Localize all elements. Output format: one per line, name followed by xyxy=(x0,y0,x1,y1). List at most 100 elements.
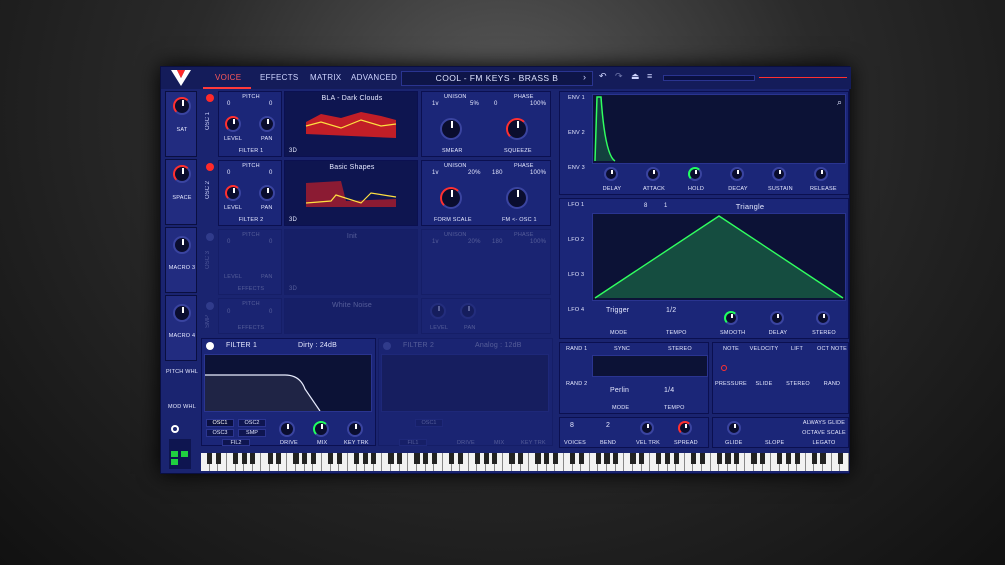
tab-effects[interactable]: EFFECTS xyxy=(260,73,299,82)
env-sustain-knob[interactable] xyxy=(772,167,786,181)
black-key[interactable] xyxy=(267,453,273,464)
lfo4-tab[interactable]: LFO 4 xyxy=(568,307,584,313)
black-key[interactable] xyxy=(448,453,455,464)
black-key[interactable] xyxy=(276,453,282,464)
smp-level-knob[interactable] xyxy=(430,303,446,319)
black-key[interactable] xyxy=(552,453,558,464)
env-delay-knob[interactable] xyxy=(604,167,618,181)
env2-tab[interactable]: ENV 2 xyxy=(568,130,585,136)
black-key[interactable] xyxy=(725,453,731,464)
wheels[interactable] xyxy=(169,439,191,469)
lfo-smooth-knob[interactable] xyxy=(724,311,738,325)
osc2-unison-detune[interactable]: 20% xyxy=(468,170,481,176)
rand-stereo-toggle[interactable]: STEREO xyxy=(668,346,692,352)
black-key[interactable] xyxy=(353,453,360,464)
tab-matrix[interactable]: MATRIX xyxy=(310,73,341,82)
osc1-power[interactable] xyxy=(206,94,214,102)
filter2-osc1-toggle[interactable]: OSC1 xyxy=(415,419,443,427)
legato-toggle[interactable]: LEGATO xyxy=(801,440,847,446)
osc1-transpose[interactable]: 0 xyxy=(227,101,231,107)
osc3-unison-voices[interactable]: 1v xyxy=(432,239,439,245)
mod-oct-note-label[interactable]: OCT NOTE xyxy=(817,346,847,352)
black-key[interactable] xyxy=(293,453,299,464)
lfo-grid-y[interactable]: 1 xyxy=(664,203,668,209)
osc2-filter-dest[interactable]: FILTER 2 xyxy=(237,217,265,223)
black-key[interactable] xyxy=(734,453,740,464)
black-key[interactable] xyxy=(777,453,783,464)
black-key[interactable] xyxy=(362,453,368,464)
tab-voice[interactable]: VOICE xyxy=(215,73,241,82)
filter2-type[interactable]: Analog : 12dB xyxy=(475,342,522,349)
osc3-phase-value[interactable]: 180 xyxy=(492,239,503,245)
osc1-wavetable-name[interactable]: BLA - Dark Clouds xyxy=(315,95,389,102)
osc1-unison-voices[interactable]: 1v xyxy=(432,101,439,107)
macro-3-knob[interactable] xyxy=(173,236,191,254)
env-attack-knob[interactable] xyxy=(646,167,660,181)
mod-rand-label[interactable]: RAND xyxy=(819,381,845,387)
filter1-type[interactable]: Dirty : 24dB xyxy=(298,342,337,349)
osc3-tune[interactable]: 0 xyxy=(269,239,273,245)
osc3-phase-rand[interactable]: 100% xyxy=(530,239,546,245)
mod-note-label[interactable]: NOTE xyxy=(719,346,743,352)
smp-pan-knob[interactable] xyxy=(460,303,476,319)
black-key[interactable] xyxy=(760,453,766,464)
black-key[interactable] xyxy=(431,453,437,464)
rand-rate[interactable]: 1/4 xyxy=(664,387,674,394)
osc2-level-knob[interactable] xyxy=(225,185,241,201)
black-key[interactable] xyxy=(630,453,636,464)
black-key[interactable] xyxy=(699,453,705,464)
mod-slide-label[interactable]: SLIDE xyxy=(751,381,777,387)
lfo-graph[interactable] xyxy=(592,213,846,301)
black-key[interactable] xyxy=(518,453,524,464)
osc2-3d-label[interactable]: 3D xyxy=(289,217,297,223)
rand2-tab[interactable]: RAND 2 xyxy=(566,381,587,387)
black-key[interactable] xyxy=(673,453,679,464)
black-key[interactable] xyxy=(215,453,221,464)
osc3-power[interactable] xyxy=(206,233,214,241)
osc2-phase-rand[interactable]: 100% xyxy=(530,170,546,176)
filter1-osc2-toggle[interactable]: OSC2 xyxy=(238,419,266,427)
black-key[interactable] xyxy=(613,453,619,464)
mod-pressure-label[interactable]: PRESSURE xyxy=(715,381,747,387)
osc1-phase-rand[interactable]: 100% xyxy=(530,101,546,107)
black-key[interactable] xyxy=(716,453,722,464)
black-key[interactable] xyxy=(388,453,394,464)
black-key[interactable] xyxy=(336,453,342,464)
lfo-rate[interactable]: 1/2 xyxy=(666,307,676,314)
black-key[interactable] xyxy=(595,453,602,464)
osc3-transpose[interactable]: 0 xyxy=(227,239,231,245)
sat-knob[interactable] xyxy=(173,97,191,115)
black-key[interactable] xyxy=(535,453,541,464)
black-key[interactable] xyxy=(751,453,757,464)
menu-icon[interactable]: ≡ xyxy=(647,71,652,81)
black-key[interactable] xyxy=(328,453,334,464)
mod-note-dot[interactable] xyxy=(721,365,727,371)
black-key[interactable] xyxy=(785,453,792,464)
black-key[interactable] xyxy=(820,453,826,464)
env1-tab[interactable]: ENV 1 xyxy=(568,95,585,101)
lfo2-tab[interactable]: LFO 2 xyxy=(568,237,584,243)
filter1-osc3-toggle[interactable]: OSC3 xyxy=(206,429,234,437)
osc2-phase-value[interactable]: 180 xyxy=(492,170,503,176)
env-graph[interactable]: ⌕ xyxy=(592,94,846,164)
lfo1-tab[interactable]: LFO 1 xyxy=(568,202,584,208)
black-key[interactable] xyxy=(794,453,800,464)
osc1-level-knob[interactable] xyxy=(225,116,241,132)
black-key[interactable] xyxy=(569,453,576,464)
filter1-smp-toggle[interactable]: SMP xyxy=(238,429,266,437)
volume-meter[interactable] xyxy=(663,75,755,81)
zoom-icon[interactable]: ⌕ xyxy=(837,97,842,108)
lfo-grid-x[interactable]: 8 xyxy=(644,203,648,209)
smp-effects-dest[interactable]: EFFECTS xyxy=(237,325,265,331)
preset-next-button[interactable]: › xyxy=(583,72,586,82)
env-decay-knob[interactable] xyxy=(730,167,744,181)
mod-velocity-label[interactable]: VELOCITY xyxy=(749,346,779,352)
black-key[interactable] xyxy=(310,453,316,464)
osc3-unison-detune[interactable]: 20% xyxy=(468,239,481,245)
osc2-transpose[interactable]: 0 xyxy=(227,170,231,176)
osc1-phase-value[interactable]: 0 xyxy=(494,101,498,107)
tab-advanced[interactable]: ADVANCED xyxy=(351,73,397,82)
black-key[interactable] xyxy=(232,453,239,464)
filter1-mix-knob[interactable] xyxy=(313,421,329,437)
filter2-power[interactable] xyxy=(383,342,391,350)
